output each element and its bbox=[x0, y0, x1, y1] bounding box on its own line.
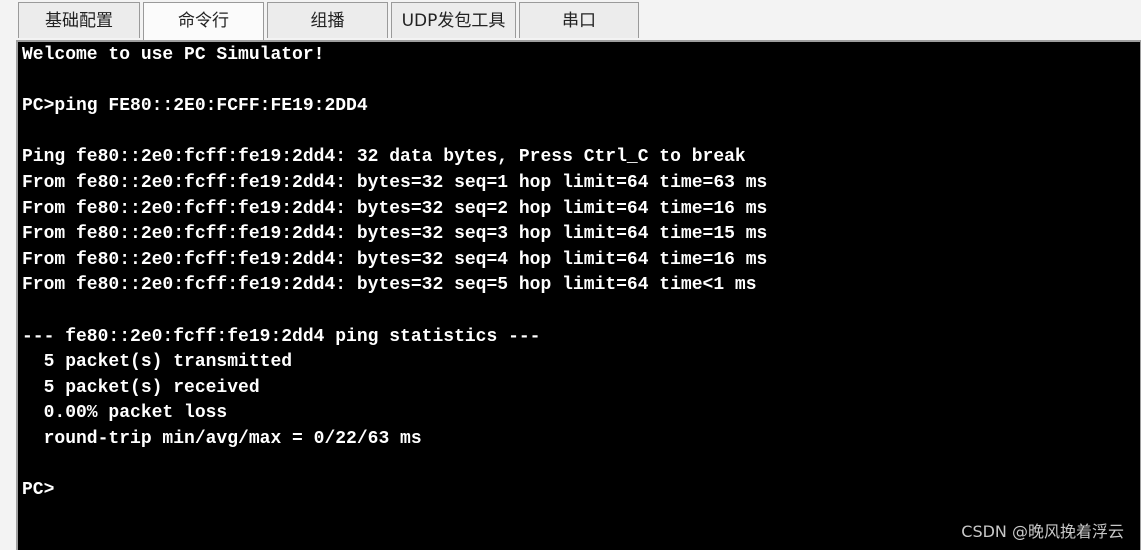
terminal-line: From fe80::2e0:fcff:fe19:2dd4: bytes=32 … bbox=[22, 172, 768, 193]
terminal-line: Ping fe80::2e0:fcff:fe19:2dd4: 32 data b… bbox=[22, 147, 746, 168]
terminal-line: From fe80::2e0:fcff:fe19:2dd4: bytes=32 … bbox=[22, 275, 757, 296]
tab-serial-port[interactable]: 串口 bbox=[519, 2, 639, 38]
tab-command-line[interactable]: 命令行 bbox=[143, 2, 264, 40]
terminal-line: --- fe80::2e0:fcff:fe19:2dd4 ping statis… bbox=[22, 326, 541, 347]
terminal-line: round-trip min/avg/max = 0/22/63 ms bbox=[22, 428, 422, 449]
pc-simulator-window: 基础配置 命令行 组播 UDP发包工具 串口 Welcome to use PC… bbox=[0, 0, 1141, 550]
terminal-line: From fe80::2e0:fcff:fe19:2dd4: bytes=32 … bbox=[22, 224, 768, 245]
terminal-line: PC>ping FE80::2E0:FCFF:FE19:2DD4 bbox=[22, 96, 368, 117]
terminal-frame: Welcome to use PC Simulator! PC>ping FE8… bbox=[16, 40, 1141, 550]
watermark: CSDN @晚风挽着浮云 bbox=[961, 522, 1124, 541]
terminal-line: Welcome to use PC Simulator! bbox=[22, 45, 325, 65]
terminal-line: From fe80::2e0:fcff:fe19:2dd4: bytes=32 … bbox=[22, 198, 768, 219]
tab-udp-packet-tool[interactable]: UDP发包工具 bbox=[391, 2, 516, 38]
terminal-line: From fe80::2e0:fcff:fe19:2dd4: bytes=32 … bbox=[22, 249, 768, 270]
tab-basic-config[interactable]: 基础配置 bbox=[18, 2, 140, 38]
tab-multicast[interactable]: 组播 bbox=[267, 2, 388, 38]
terminal-line: 5 packet(s) transmitted bbox=[22, 352, 293, 373]
terminal-line: 5 packet(s) received bbox=[22, 377, 260, 398]
terminal-prompt-line: PC> bbox=[22, 480, 55, 501]
terminal-line: 0.00% packet loss bbox=[22, 403, 228, 424]
tab-bar: 基础配置 命令行 组播 UDP发包工具 串口 bbox=[18, 2, 639, 40]
command-terminal[interactable]: Welcome to use PC Simulator! PC>ping FE8… bbox=[22, 43, 1132, 550]
